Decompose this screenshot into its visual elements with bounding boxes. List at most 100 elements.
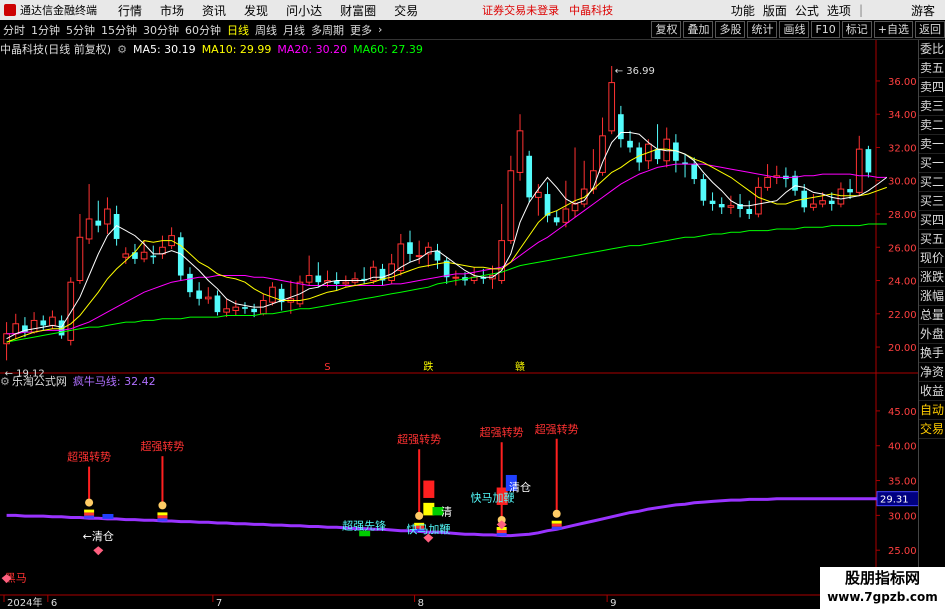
signal-text: ←清仓	[83, 529, 114, 543]
period-tab[interactable]: 1分钟	[28, 22, 63, 38]
candle-body	[242, 307, 248, 309]
tool-watchlist-button[interactable]: +自选	[873, 21, 913, 38]
menu-item-options[interactable]: 选项	[823, 2, 855, 19]
side-item[interactable]: 卖五	[919, 59, 945, 78]
candle-body	[837, 188, 845, 205]
period-tab[interactable]: 月线	[280, 22, 308, 38]
side-item[interactable]: 卖一	[919, 135, 945, 154]
candle-body	[196, 290, 202, 299]
menu-item-trade[interactable]: 交易	[385, 2, 427, 19]
tool-draw-button[interactable]: 画线	[779, 21, 810, 38]
candle-body	[30, 319, 38, 333]
tool-f10-button[interactable]: F10	[811, 21, 840, 38]
side-item[interactable]: 买三	[919, 192, 945, 211]
menu-item-quotes[interactable]: 行情	[109, 2, 151, 19]
menu-item-discover[interactable]: 发现	[235, 2, 277, 19]
period-tab[interactable]: 多周期	[308, 22, 347, 38]
candle-body	[562, 208, 570, 223]
side-item[interactable]: 总量	[919, 306, 945, 325]
menu-item-formula[interactable]: 公式	[791, 2, 823, 19]
ma10-label: MA10: 29.99	[201, 42, 272, 56]
side-item[interactable]: 换手	[919, 344, 945, 363]
tool-mark-button[interactable]: 标记	[841, 21, 872, 38]
side-item[interactable]: 买二	[919, 173, 945, 192]
side-item[interactable]: 买一	[919, 154, 945, 173]
menu-item-market[interactable]: 市场	[151, 2, 193, 19]
signal-head-icon	[552, 509, 561, 518]
candle-body	[269, 286, 276, 303]
kline-chart[interactable]: 20.00 22.00 24.00 26.00 28.00 30.00 32.00 34.00…	[0, 40, 918, 609]
side-item[interactable]: 买五	[919, 230, 945, 249]
signal-head-icon	[415, 511, 424, 520]
time-tick-label: 9	[610, 598, 616, 609]
stock-name-notice: 中晶科技	[569, 4, 614, 17]
signal-block	[84, 509, 95, 513]
tool-back-button[interactable]: 返回	[915, 21, 945, 38]
candle-body	[122, 253, 130, 258]
candle-body	[424, 246, 432, 255]
period-tab-daily[interactable]: 日线	[224, 22, 252, 38]
candle-body	[407, 242, 413, 254]
menu-bar: 通达信金融终端 行情 市场 资讯 发现 问小达 财富圈 交易 证券交易未登录 中…	[0, 0, 945, 20]
period-tab[interactable]: 分时	[0, 22, 28, 38]
side-item[interactable]: 卖三	[919, 97, 945, 116]
time-tick-label: 7	[216, 598, 222, 609]
side-item[interactable]: 涨幅	[919, 287, 945, 306]
menu-item-news[interactable]: 资讯	[193, 2, 235, 19]
side-item[interactable]: 外盘	[919, 325, 945, 344]
tool-adjust-button[interactable]: 复权	[651, 21, 682, 38]
period-tab[interactable]: 60分钟	[182, 22, 224, 38]
menu-item-function[interactable]: 功能	[727, 2, 759, 19]
indicator-tick-label: 30.00	[888, 511, 917, 522]
candle-body	[452, 276, 460, 279]
candle-body	[700, 179, 707, 201]
period-tab-more[interactable]: 更多	[347, 22, 375, 38]
side-item[interactable]: 卖二	[919, 116, 945, 135]
user-label[interactable]: 游客	[907, 2, 939, 19]
menu-item-wealth[interactable]: 财富圈	[331, 2, 385, 19]
candle-body	[865, 149, 872, 173]
diamond-icon	[93, 546, 104, 556]
side-item[interactable]: 交易	[919, 420, 945, 439]
candle-body	[535, 191, 542, 198]
period-tab[interactable]: 30分钟	[140, 22, 182, 38]
quote-side-panel: 委比 卖五 卖四 卖三 卖二 卖一 买一 买二 买三 买四 买五 现价 涨跌 涨幅 总量 外盘 换手 净资 收益 自动…	[918, 40, 945, 609]
period-tab[interactable]: 周线	[252, 22, 280, 38]
ma20-line	[6, 163, 887, 335]
candle-body	[150, 255, 157, 258]
signal-text: 超强先锋	[342, 518, 386, 532]
side-item[interactable]: 委比	[919, 40, 945, 59]
menu-item-ask[interactable]: 问小达	[277, 2, 331, 19]
candle-body	[755, 186, 762, 215]
candle-body	[177, 237, 184, 276]
side-item[interactable]: 收益	[919, 382, 945, 401]
tool-stats-button[interactable]: 统计	[747, 21, 778, 38]
candle-body	[104, 208, 111, 225]
side-item[interactable]: 自动	[919, 401, 945, 420]
price-tick-label: 32.00	[888, 143, 917, 154]
signal-block	[551, 523, 562, 527]
side-item[interactable]: 现价	[919, 249, 945, 268]
side-item[interactable]: 净资	[919, 363, 945, 382]
period-tab[interactable]: 15分钟	[98, 22, 140, 38]
candle-body	[187, 273, 193, 293]
event-marker: S	[324, 362, 330, 373]
more-chevron-icon[interactable]: ›	[375, 23, 385, 36]
signal-block	[157, 518, 168, 522]
period-tab[interactable]: 5分钟	[63, 22, 98, 38]
tool-multi-button[interactable]: 多股	[715, 21, 746, 38]
side-item[interactable]: 卖四	[919, 78, 945, 97]
side-item[interactable]: 买四	[919, 211, 945, 230]
settings-icon[interactable]: ⚙	[0, 375, 10, 388]
candle-body	[855, 148, 863, 193]
candle-body	[415, 255, 423, 258]
menu-item-layout[interactable]: 版面	[759, 2, 791, 19]
settings-icon[interactable]: ⚙	[117, 43, 127, 56]
login-notice[interactable]: 证券交易未登录	[477, 2, 564, 18]
candle-body	[654, 149, 661, 160]
tool-overlay-button[interactable]: 叠加	[683, 21, 714, 38]
time-tick-label: 6	[51, 598, 57, 609]
ma60-label: MA60: 27.39	[353, 42, 423, 56]
side-item[interactable]: 涨跌	[919, 268, 945, 287]
main-legend: 中晶科技(日线 前复权) ⚙ MA5: 30.19 MA10: 29.99 MA…	[0, 42, 429, 57]
